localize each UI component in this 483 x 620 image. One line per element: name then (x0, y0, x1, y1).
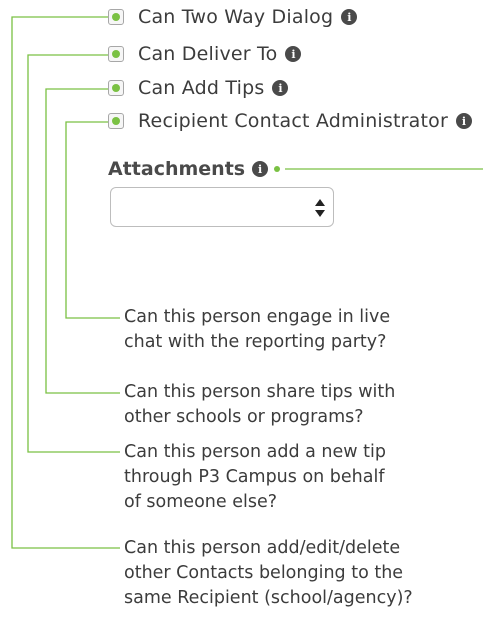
info-icon[interactable]: i (456, 113, 473, 129)
option-recipient-contact-admin[interactable]: Recipient Contact Administrator i (108, 108, 473, 134)
note-two-way-dialog: Can this person engage in live chat with… (124, 305, 464, 355)
annotated-settings-diagram: Can Two Way Dialog i Can Deliver To i Ca… (0, 0, 483, 620)
info-icon[interactable]: i (272, 80, 289, 96)
info-icon[interactable]: i (341, 9, 358, 25)
connector-dot (274, 166, 281, 172)
note-line: chat with the reporting party? (124, 332, 387, 352)
note-add-tip: Can this person add a new tip through P3… (124, 440, 464, 515)
option-label: Recipient Contact Administrator (138, 110, 449, 132)
recipient-contact-admin-checkbox[interactable] (108, 113, 124, 129)
deliver-to-checkbox[interactable] (108, 46, 124, 62)
info-icon[interactable]: i (285, 46, 302, 62)
option-label: Can Two Way Dialog (138, 6, 334, 28)
checked-dot (112, 50, 120, 58)
note-line: Can this person add/edit/delete (124, 538, 401, 558)
info-icon[interactable]: i (252, 161, 269, 177)
checked-dot (112, 117, 120, 125)
attachments-label: Attachments (108, 158, 246, 180)
option-label: Can Add Tips (138, 77, 265, 99)
attachments-select[interactable] (110, 187, 334, 227)
note-line: other Contacts belonging to the (124, 563, 404, 583)
updown-arrows-icon (315, 199, 325, 217)
attachments-label-row: Attachments i (108, 156, 281, 182)
option-two-way-dialog[interactable]: Can Two Way Dialog i (108, 4, 358, 30)
option-label: Can Deliver To (138, 43, 278, 65)
note-line: same Recipient (school/agency)? (124, 588, 413, 608)
connector-deliver-to (27, 54, 120, 453)
note-share-tips: Can this person share tips with other sc… (124, 380, 464, 430)
add-tips-checkbox[interactable] (108, 80, 124, 96)
note-line: other schools or programs? (124, 407, 364, 427)
option-add-tips[interactable]: Can Add Tips i (108, 75, 289, 101)
note-line: Can this person share tips with (124, 382, 396, 402)
checked-dot (112, 13, 120, 21)
checked-dot (112, 84, 120, 92)
two-way-dialog-checkbox[interactable] (108, 9, 124, 25)
connector-two-way-dialog (11, 16, 120, 549)
note-contact-admin: Can this person add/edit/delete other Co… (124, 536, 464, 611)
connector-add-tips (45, 88, 120, 394)
note-line: Can this person add a new tip (124, 442, 386, 462)
note-line: of someone else? (124, 492, 277, 512)
note-line: Can this person engage in live (124, 307, 391, 327)
option-deliver-to[interactable]: Can Deliver To i (108, 41, 302, 67)
note-line: through P3 Campus on behalf (124, 467, 385, 487)
